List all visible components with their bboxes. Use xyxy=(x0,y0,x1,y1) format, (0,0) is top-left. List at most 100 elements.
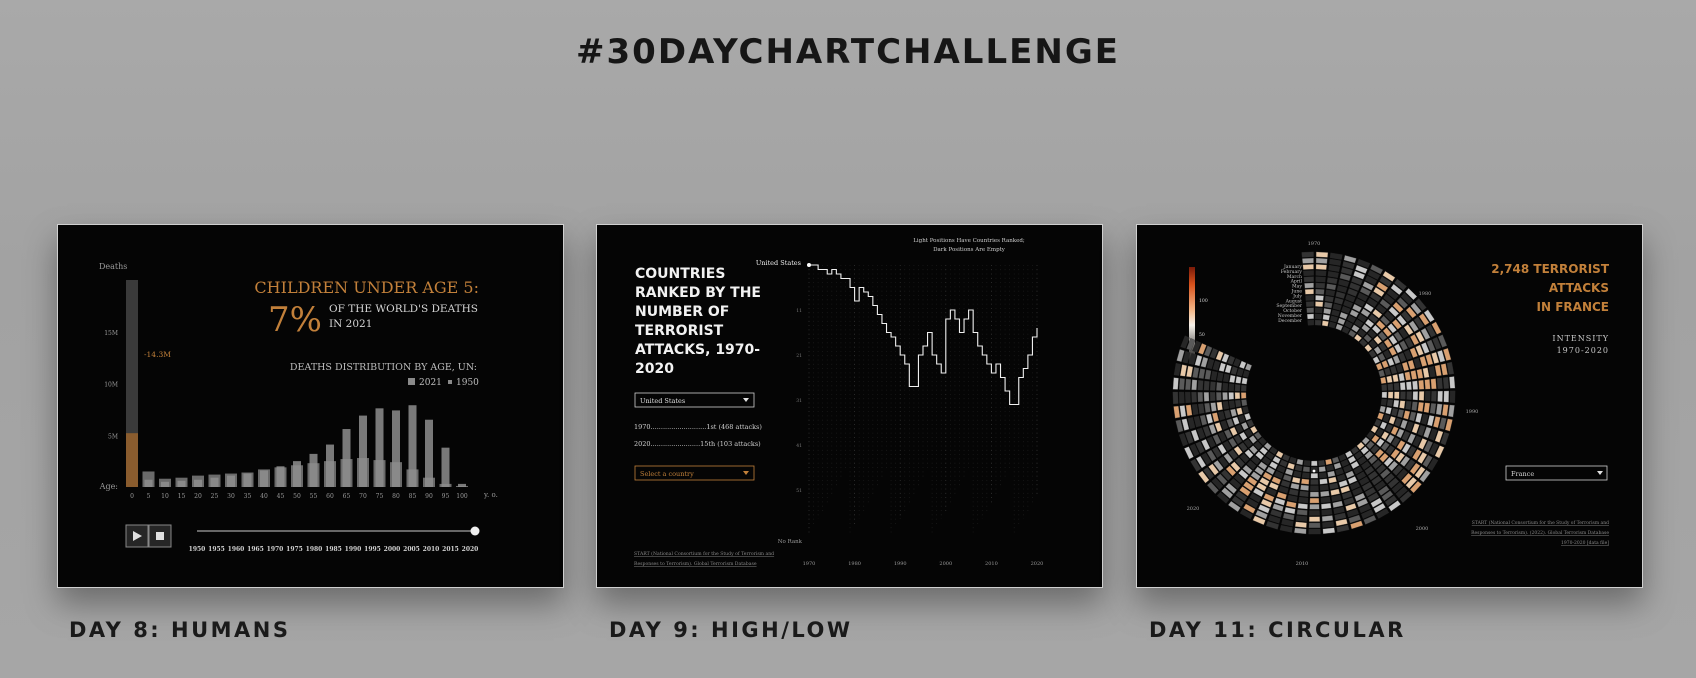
heatmap-cell xyxy=(1422,367,1430,379)
heatmap-cell xyxy=(1430,378,1437,390)
legend-swatch-1950 xyxy=(448,380,452,384)
bar-2021 xyxy=(243,473,252,487)
heatmap-cell xyxy=(1315,276,1326,283)
heatmap-cell xyxy=(1216,382,1222,391)
decade-label: 2020 xyxy=(1187,506,1200,512)
timeline-slider-handle[interactable] xyxy=(470,526,480,536)
stat-line-last: 2020........................15th (103 at… xyxy=(634,440,761,448)
country-select[interactable]: France xyxy=(1505,465,1608,481)
heatmap-cell xyxy=(1224,364,1232,374)
chart-title-line: NUMBER OF xyxy=(635,304,729,320)
heatmap-cell xyxy=(1331,309,1340,317)
heatmap-cell xyxy=(1378,369,1386,378)
heatmap-cell xyxy=(1303,270,1314,277)
chart-legend: 2021 1950 xyxy=(408,378,479,388)
heatmap-cell xyxy=(1438,417,1447,430)
heatmap-cell xyxy=(1278,485,1289,494)
heatmap-cell xyxy=(1241,377,1248,385)
y-tick-label: 5M xyxy=(108,433,118,440)
decade-label: 2000 xyxy=(1416,526,1429,532)
timeline-year-label: 2005 xyxy=(403,546,420,553)
heatmap-cell xyxy=(1198,368,1206,379)
highlight-percent: 7% xyxy=(268,300,322,340)
source-line-3[interactable]: 1970-2020 [data file] xyxy=(1561,540,1609,546)
source-line-2[interactable]: Responses to Terrorism). Global Terroris… xyxy=(634,560,757,567)
card-day8-humans[interactable]: Deaths CHILDREN UNDER AGE 5: 7% OF THE W… xyxy=(57,224,564,588)
heatmap-cell xyxy=(1433,416,1441,429)
circular-chart: 100 50 JanuaryFebruaryMarchAprilMayJuneJ… xyxy=(1172,241,1610,567)
heatmap-cell xyxy=(1315,264,1327,270)
y-tick-label: 11 xyxy=(796,308,802,314)
timeline-year-label: 2000 xyxy=(384,546,401,553)
heatmap-cell xyxy=(1423,402,1431,414)
heatmap-cell xyxy=(1315,270,1327,277)
heatmap-cell xyxy=(1340,485,1351,494)
timeline-year-label: 1960 xyxy=(228,546,245,553)
chart-title-line: 2020 xyxy=(635,361,674,377)
heatmap-cell xyxy=(1290,482,1300,490)
heatmap-cell xyxy=(1296,509,1308,516)
heatmap-cell xyxy=(1314,319,1322,326)
heatmap-cell xyxy=(1294,521,1307,528)
heatmap-cell xyxy=(1240,392,1247,399)
country-select-value: United States xyxy=(640,397,685,405)
heatmap-cell xyxy=(1239,360,1247,369)
heatmap-cell xyxy=(1223,373,1230,383)
heatmap-cell xyxy=(1310,485,1319,491)
heatmap-cell xyxy=(1232,416,1240,426)
heatmap-cell xyxy=(1424,379,1431,390)
heatmap-cell xyxy=(1328,321,1337,329)
heatmap-cell xyxy=(1381,384,1388,391)
legend-label-2021: 2021 xyxy=(419,378,442,388)
heatmap-cell xyxy=(1304,282,1314,289)
heatmap-cell xyxy=(1210,402,1217,412)
play-button[interactable] xyxy=(125,524,149,548)
heatmap-cell xyxy=(1197,392,1204,403)
heatmap-cell xyxy=(1395,363,1404,373)
country-select[interactable]: United States xyxy=(634,392,755,408)
bar-2021 xyxy=(227,475,235,487)
heatmap-cell xyxy=(1325,458,1333,466)
heatmap-cell xyxy=(1337,317,1346,326)
x-tick-label: 1980 xyxy=(848,561,861,567)
heatmap-cell xyxy=(1334,512,1347,521)
source-line-1[interactable]: START (National Consortium for the Study… xyxy=(634,550,774,557)
heatmap-cell xyxy=(1448,404,1455,418)
heatmap-cell xyxy=(1211,412,1220,423)
heatmap-cell xyxy=(1236,368,1244,377)
source-line-1[interactable]: START (National Consortium for the Study… xyxy=(1472,519,1609,526)
source-line-2[interactable]: Responses to Terrorism). (2022). Global … xyxy=(1471,529,1609,536)
heatmap-cell xyxy=(1315,282,1326,289)
bar-2021 xyxy=(177,480,186,487)
x-tick-label: 1990 xyxy=(894,561,907,567)
x-tick-label: 40 xyxy=(260,493,268,500)
chart-subtitle-1: INTENSITY xyxy=(1552,334,1609,343)
heatmap-cell xyxy=(1185,391,1191,404)
no-rank-label: No Rank xyxy=(778,539,803,545)
heatmap-cell xyxy=(1332,303,1342,311)
decade-label: 2010 xyxy=(1296,561,1309,567)
heatmap-cell xyxy=(1246,419,1255,428)
radial-marker-dot xyxy=(1312,469,1316,473)
heatmap-cell xyxy=(1242,406,1249,414)
timeline-year-label: 1965 xyxy=(247,546,264,553)
heatmap-cell xyxy=(1187,417,1196,430)
heatmap-cell xyxy=(1380,398,1387,406)
heatmap-cell xyxy=(1222,401,1229,410)
compare-country-select[interactable]: Select a country xyxy=(634,465,755,481)
heatmap-cell xyxy=(1335,323,1344,331)
heatmap-cell xyxy=(1382,414,1390,423)
rank-line xyxy=(809,264,1038,406)
heatmap-cell xyxy=(1279,459,1288,468)
heatmap-cell xyxy=(1338,453,1347,462)
stop-button[interactable] xyxy=(148,524,172,548)
card-day9-high-low[interactable]: COUNTRIES RANKED BY THE NUMBER OF TERRORIST… xyxy=(596,224,1103,588)
heatmap-cell xyxy=(1309,510,1320,516)
heatmap-cell xyxy=(1315,288,1325,295)
heatmap-cell xyxy=(1319,478,1328,485)
heatmap-cell xyxy=(1192,366,1200,379)
heatmap-cell xyxy=(1226,418,1234,428)
heatmap-cell xyxy=(1173,405,1181,419)
card-day11-circular[interactable]: 100 50 January February March April May June J… xyxy=(1136,224,1643,588)
heatmap-cell xyxy=(1377,412,1385,421)
